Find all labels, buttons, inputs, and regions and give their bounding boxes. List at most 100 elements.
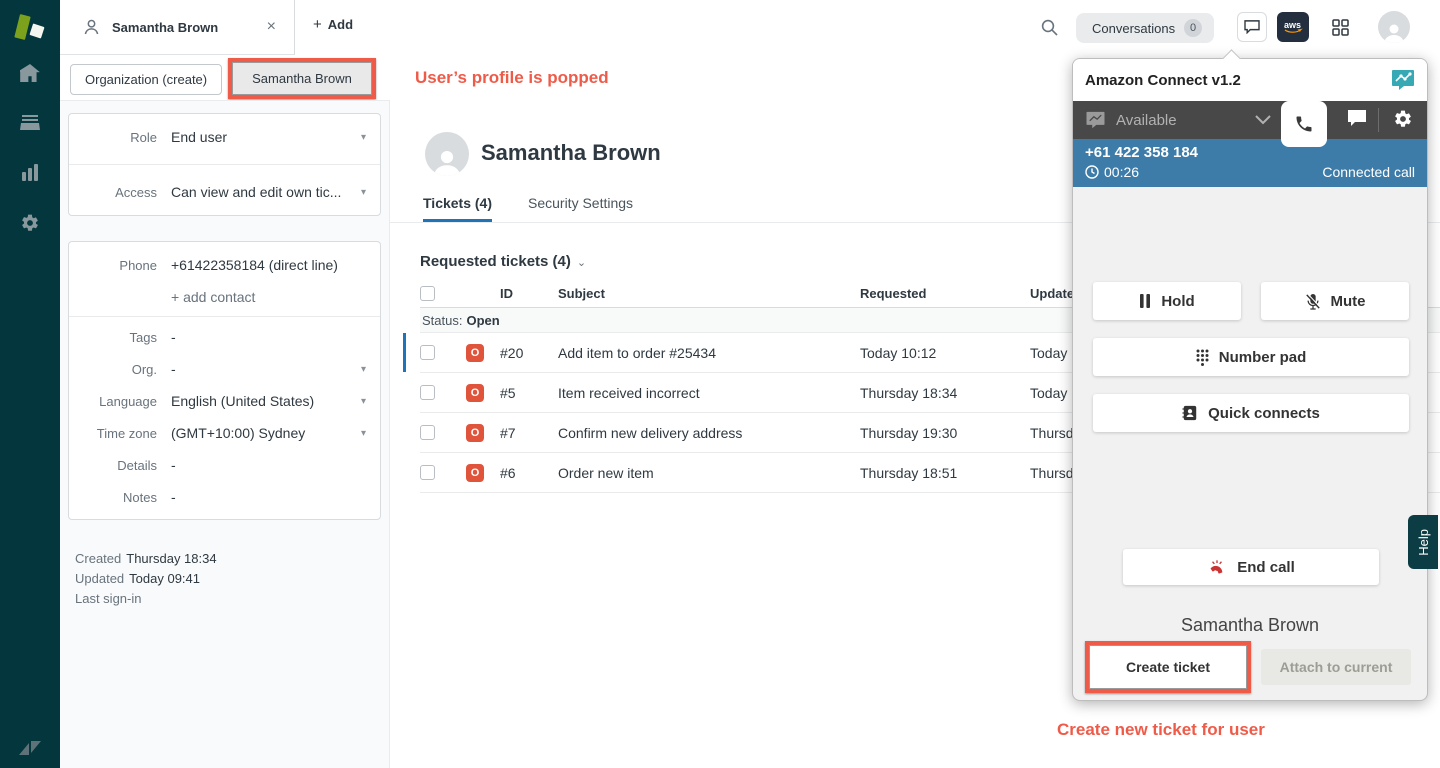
phone-value: +61422358184 (direct line) [171, 257, 338, 273]
add-contact-row: + add contact [69, 282, 380, 312]
requested-tickets-toggle[interactable]: Requested tickets (4) ⌄ [420, 253, 586, 270]
help-label: Help [1415, 528, 1431, 556]
breadcrumb-organization-button[interactable]: Organization (create) [70, 64, 223, 95]
row-checkbox[interactable] [420, 345, 435, 360]
notes-value: - [171, 489, 176, 505]
divider [69, 316, 380, 317]
language-field[interactable]: Language English (United States) ▾ [69, 385, 380, 417]
ticket-id: #20 [500, 344, 524, 361]
person-icon [84, 19, 99, 35]
access-label: Access [115, 184, 157, 200]
close-tab-icon[interactable]: × [263, 18, 280, 36]
gear-icon [22, 214, 38, 231]
details-value: - [171, 457, 176, 473]
phone-label: Phone [119, 257, 157, 273]
caller-phone-number: +61 422 358 184 [1085, 144, 1199, 161]
topbar: Samantha Brown × + Add Conversations 0 aw… [60, 0, 1440, 55]
sidebar-item-admin[interactable] [10, 212, 50, 234]
zendesk-logo-icon [19, 741, 41, 755]
conversations-button[interactable]: Conversations 0 [1076, 13, 1215, 43]
logo-white-shape [29, 23, 45, 39]
language-value: English (United States) [171, 393, 315, 409]
home-icon [20, 64, 40, 82]
aws-connect-app-button[interactable]: aws [1277, 12, 1309, 42]
notes-field[interactable]: Notes - [69, 481, 380, 513]
sidebar [0, 0, 60, 768]
open-status-badge: O [466, 343, 484, 362]
create-ticket-button[interactable]: Create ticket [1089, 645, 1247, 689]
created-value: Thursday 18:34 [126, 551, 217, 566]
call-timer-value: 00:26 [1104, 164, 1140, 180]
divider [69, 164, 380, 165]
quick-connects-button[interactable]: Quick connects [1093, 394, 1409, 432]
sidebar-item-views[interactable] [10, 112, 50, 134]
tab-security-settings[interactable]: Security Settings [528, 195, 633, 222]
divider [1378, 108, 1379, 132]
add-contact-link[interactable]: + add contact [171, 289, 366, 305]
ticket-requested: Thursday 19:30 [860, 424, 958, 441]
breadcrumb-user-button[interactable]: Samantha Brown [232, 62, 372, 95]
col-header-subject[interactable]: Subject [558, 286, 860, 301]
phone-tab-active[interactable] [1281, 101, 1327, 147]
col-header-id[interactable]: ID [500, 286, 558, 301]
ticket-id: #6 [500, 464, 516, 481]
mute-label: Mute [1330, 292, 1366, 310]
ticket-subject[interactable]: Item received incorrect [558, 385, 860, 401]
profile-avatar[interactable] [1378, 11, 1410, 43]
ticket-subject[interactable]: Order new item [558, 465, 860, 481]
open-tab-samantha-brown[interactable]: Samantha Brown × [60, 0, 295, 55]
annotation-box-user-button: Samantha Brown [228, 58, 376, 99]
help-tab[interactable]: Help [1408, 515, 1438, 569]
pause-icon [1140, 294, 1151, 308]
chat-widget-button[interactable] [1237, 12, 1267, 42]
row-checkbox[interactable] [420, 385, 435, 400]
row-checkbox[interactable] [420, 465, 435, 480]
role-field[interactable]: Role End user ▾ [69, 114, 380, 160]
add-label: Add [327, 17, 354, 32]
sidebar-item-reporting[interactable] [10, 162, 50, 184]
chat-tab-icon[interactable] [1347, 109, 1367, 127]
tab-title: Samantha Brown [112, 19, 219, 35]
agent-status-value: Available [1116, 111, 1177, 129]
timezone-field[interactable]: Time zone (GMT+10:00) Sydney ▾ [69, 417, 380, 449]
updated-value: Today 09:41 [129, 571, 200, 586]
details-field[interactable]: Details - [69, 449, 380, 481]
number-pad-label: Number pad [1218, 348, 1307, 366]
hold-button[interactable]: Hold [1093, 282, 1241, 320]
col-header-requested[interactable]: Requested [860, 286, 1030, 301]
org-label: Org. [131, 361, 157, 377]
access-field[interactable]: Access Can view and edit own tic... ▾ [69, 169, 380, 215]
connect-header: Amazon Connect v1.2 [1073, 59, 1427, 101]
language-label: Language [99, 393, 157, 409]
settings-gear-icon[interactable] [1393, 109, 1413, 129]
chevron-down-icon: ▾ [360, 395, 366, 407]
call-state-label: Connected call [1322, 164, 1415, 180]
org-field[interactable]: Org. - ▾ [69, 353, 380, 385]
ticket-subject[interactable]: Confirm new delivery address [558, 425, 860, 441]
plus-icon: + [313, 16, 322, 33]
mute-button[interactable]: Mute [1261, 282, 1409, 320]
tags-field[interactable]: Tags - [69, 321, 380, 353]
select-all-checkbox[interactable] [420, 286, 435, 301]
attach-to-current-button: Attach to current [1261, 649, 1411, 685]
sidebar-nav [0, 62, 60, 234]
apps-grid-icon[interactable] [1332, 19, 1349, 36]
connect-title: Amazon Connect v1.2 [1085, 71, 1241, 89]
sidebar-item-home[interactable] [10, 62, 50, 84]
connect-status-logo-icon [1086, 111, 1105, 129]
search-icon[interactable] [1041, 19, 1058, 36]
tab-tickets[interactable]: Tickets (4) [423, 195, 492, 222]
chevron-down-icon: ▾ [360, 363, 366, 375]
zendesk-product-logo[interactable] [0, 0, 60, 55]
row-checkbox[interactable] [420, 425, 435, 440]
connect-body: Hold Mute Number pad Quick connects End … [1073, 187, 1427, 700]
add-tab-button[interactable]: + Add [313, 16, 353, 33]
chevron-down-icon[interactable] [1254, 115, 1271, 125]
number-pad-button[interactable]: Number pad [1093, 338, 1409, 376]
requested-tickets-label: Requested tickets (4) [420, 253, 571, 270]
ticket-subject[interactable]: Add item to order #25434 [558, 345, 860, 361]
end-call-button[interactable]: End call [1123, 549, 1379, 585]
chevron-down-icon: ⌄ [576, 257, 587, 269]
chevron-down-icon: ▾ [360, 131, 366, 143]
logo-green-shape [14, 14, 31, 40]
